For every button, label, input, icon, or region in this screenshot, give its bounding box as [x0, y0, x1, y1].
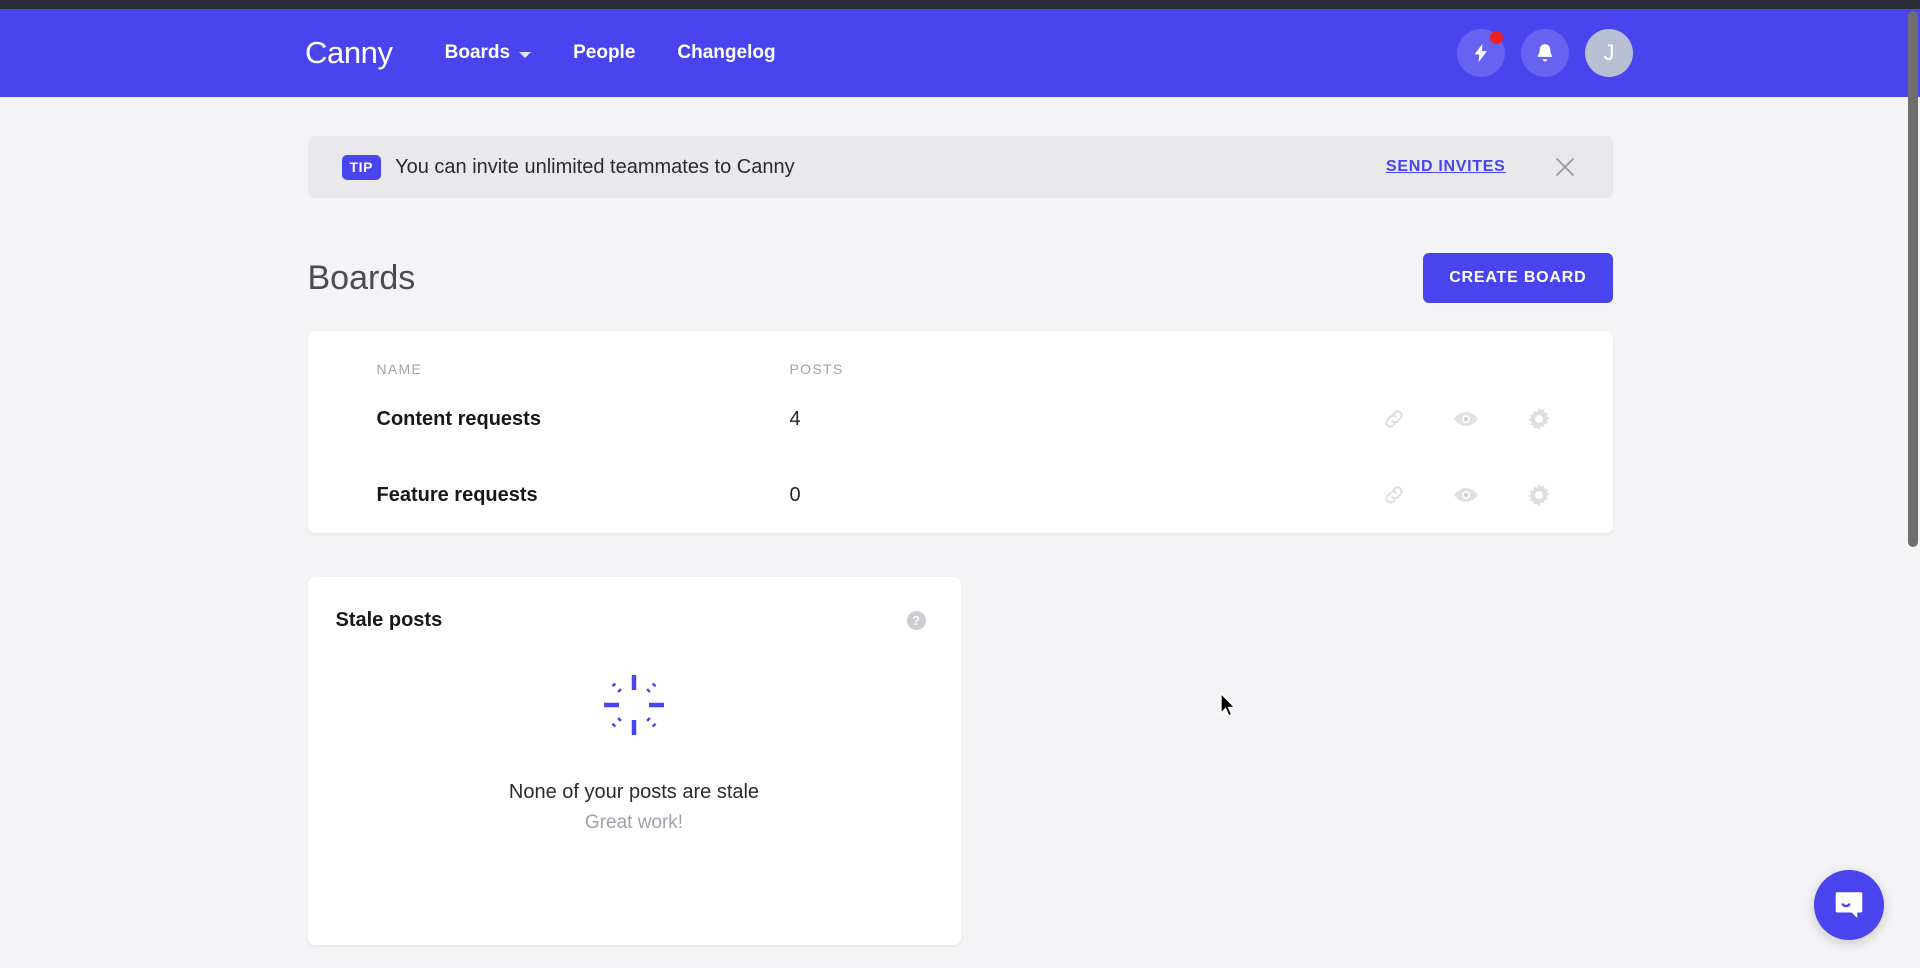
browser-top-strip	[0, 0, 1920, 9]
table-row[interactable]: Content requests 4	[308, 381, 1613, 457]
help-icon[interactable]: ?	[907, 611, 926, 630]
notification-dot	[1490, 31, 1503, 44]
column-header-name: NAME	[377, 361, 790, 377]
column-header-posts: POSTS	[790, 361, 1573, 377]
empty-state-secondary-text: Great work!	[585, 812, 683, 834]
board-name[interactable]: Content requests	[377, 408, 790, 431]
board-post-count: 4	[790, 408, 1381, 431]
page-title: Boards	[308, 259, 416, 298]
stale-posts-header: Stale posts ?	[308, 577, 961, 632]
tip-badge: TIP	[342, 155, 382, 180]
nav-item-changelog-label: Changelog	[677, 42, 775, 64]
main-content: TIP You can invite unlimited teammates t…	[0, 97, 1920, 945]
avatar-initial: J	[1604, 40, 1615, 66]
boards-table: NAME POSTS Content requests 4	[308, 331, 1613, 533]
table-header-row: NAME POSTS	[308, 331, 1613, 381]
boards-header: Boards CREATE BOARD	[308, 253, 1613, 303]
brand-logo[interactable]: Canny	[305, 35, 393, 71]
eye-icon[interactable]	[1452, 481, 1480, 509]
nav-item-changelog[interactable]: Changelog	[677, 42, 775, 64]
chevron-down-icon	[519, 52, 531, 58]
nav-item-people[interactable]: People	[573, 42, 635, 64]
row-actions	[1381, 481, 1573, 509]
tip-message: You can invite unlimited teammates to Ca…	[395, 156, 794, 179]
gear-icon[interactable]	[1525, 481, 1553, 509]
nav-item-people-label: People	[573, 42, 635, 64]
nav-item-boards-label: Boards	[445, 42, 510, 64]
nav-item-boards[interactable]: Boards	[445, 42, 531, 64]
spinner-sparkle-icon	[602, 673, 666, 737]
tip-banner: TIP You can invite unlimited teammates t…	[308, 136, 1613, 198]
stale-posts-title: Stale posts	[336, 609, 443, 632]
chat-bubble-icon	[1832, 888, 1866, 922]
lightning-bolt-button[interactable]	[1457, 29, 1505, 77]
send-invites-link[interactable]: SEND INVITES	[1386, 158, 1506, 176]
bell-icon	[1533, 41, 1557, 65]
board-post-count: 0	[790, 484, 1381, 507]
vertical-scrollbar[interactable]	[1906, 9, 1920, 968]
user-avatar[interactable]: J	[1585, 29, 1633, 77]
boards-table-card: NAME POSTS Content requests 4	[308, 331, 1613, 533]
lightning-bolt-icon	[1470, 42, 1492, 64]
page-root: Canny Boards People Changelog	[0, 0, 1920, 968]
board-name[interactable]: Feature requests	[377, 484, 790, 507]
link-icon[interactable]	[1381, 482, 1407, 508]
row-actions	[1381, 405, 1573, 433]
navbar-actions: J	[1457, 29, 1633, 77]
stale-posts-card: Stale posts ?	[308, 577, 961, 945]
scrollbar-thumb[interactable]	[1908, 11, 1918, 547]
top-navbar: Canny Boards People Changelog	[0, 9, 1920, 97]
eye-icon[interactable]	[1452, 405, 1480, 433]
stale-posts-empty-state: None of your posts are stale Great work!	[308, 673, 961, 834]
notifications-button[interactable]	[1521, 29, 1569, 77]
gear-icon[interactable]	[1525, 405, 1553, 433]
table-row[interactable]: Feature requests 0	[308, 457, 1613, 533]
link-icon[interactable]	[1381, 406, 1407, 432]
empty-state-primary-text: None of your posts are stale	[509, 781, 759, 804]
close-icon[interactable]	[1552, 154, 1578, 180]
create-board-button[interactable]: CREATE BOARD	[1423, 253, 1612, 303]
intercom-launcher-button[interactable]	[1814, 870, 1884, 940]
